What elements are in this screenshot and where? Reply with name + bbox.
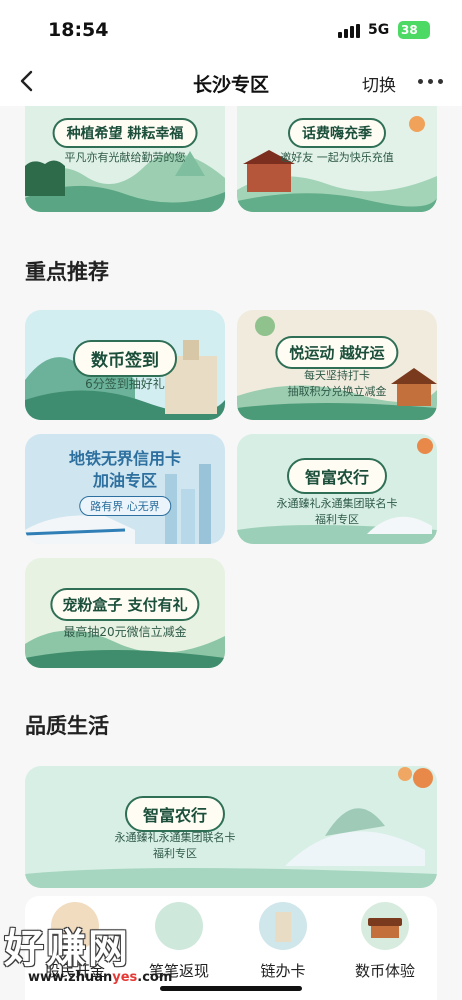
card-title: 悦运动 越好运 <box>275 336 399 369</box>
card-metro-credit[interactable]: 地铁无界信用卡 加油专区 路有界 心无界 <box>25 434 225 544</box>
banner-title: 话费嗨充季 <box>288 118 386 148</box>
shortcut-label: 链办卡 <box>260 962 306 980</box>
banner-subtitle-line1: 永通臻礼永通集团联名卡 <box>114 831 236 844</box>
home-indicator[interactable] <box>160 986 302 991</box>
banner-subtitle: 平凡亦有光献给勤劳的您 <box>64 151 186 164</box>
banner-abc-wealth[interactable]: 智富农行 永通臻礼永通集团联名卡 福利专区 <box>25 766 437 888</box>
banner-subtitle-line2: 福利专区 <box>153 847 197 860</box>
watermark-text: 好赚网 <box>4 926 130 972</box>
card-title-line2: 加油专区 <box>92 471 157 490</box>
card-subtitle-line1: 每天坚持打卡 <box>304 369 370 382</box>
status-bar: 18:54 5G 38 <box>0 0 462 58</box>
card-fan-box[interactable]: 宠粉盒子 支付有礼 最高抽20元微信立减金 <box>25 558 225 668</box>
card-title: 智富农行 <box>286 458 388 494</box>
card-title: 宠粉盒子 支付有礼 <box>50 588 200 621</box>
banner-title: 智富农行 <box>124 796 226 832</box>
watermark-url-suffix: .com <box>137 970 173 985</box>
card-subtitle-line1: 永通臻礼永通集团联名卡 <box>276 497 398 510</box>
card-title: 数币签到 <box>73 340 177 377</box>
banner-subtitle: 邀好友 一起为快乐充值 <box>280 151 394 164</box>
banner-phone-recharge[interactable]: 话费嗨充季 邀好友 一起为快乐充值 <box>237 106 437 212</box>
building-icon <box>259 902 307 950</box>
status-time: 18:54 <box>48 19 109 41</box>
section-title-quality-life: 品质生活 <box>25 714 109 738</box>
card-subtitle: 路有界 心无界 <box>79 496 171 516</box>
watermark-url: www.zhuanyes.com <box>28 970 172 985</box>
watermark-url-prefix: www.zhuan <box>28 970 113 985</box>
card-subtitle-line2: 福利专区 <box>315 513 359 526</box>
card-subtitle-line2: 抽取积分兑换立减金 <box>287 385 387 398</box>
card-coin-checkin[interactable]: 数币签到 6分签到抽好礼 <box>25 310 225 420</box>
battery-level: 38 <box>401 23 418 37</box>
card-abc-wealth[interactable]: 智富农行 永通臻礼永通集团联名卡 福利专区 <box>237 434 437 544</box>
card-sports-luck[interactable]: 悦运动 越好运 每天坚持打卡 抽取积分兑换立减金 <box>237 310 437 420</box>
landscape-illustration <box>25 766 437 888</box>
nav-bar: 长沙专区 切换 <box>0 58 462 106</box>
network-type: 5G <box>368 22 390 38</box>
battery-icon: 38 <box>398 21 430 39</box>
shortcut-label: 数币体验 <box>354 962 415 980</box>
shortcut-apply-card[interactable]: 链办卡 <box>243 902 323 981</box>
section-title-featured: 重点推荐 <box>25 260 109 284</box>
switch-city-button[interactable]: 切换 <box>362 71 396 96</box>
scroll-content: 种植希望 耕耘幸福 平凡亦有光献给勤劳的您 话费嗨充季 邀好友 一起为快乐充值 … <box>0 106 462 1000</box>
card-subtitle: 最高抽20元微信立减金 <box>63 625 187 639</box>
banner-title: 种植希望 耕耘幸福 <box>52 118 198 148</box>
page: 18:54 5G 38 长沙专区 切换 种植希望 耕耘幸福 平凡亦有光献给勤劳的… <box>0 0 462 1000</box>
watermark-url-highlight: yes <box>112 970 138 985</box>
card-subtitle: 6分签到抽好礼 <box>85 377 165 391</box>
shortcut-digital-coin[interactable]: 数币体验 <box>345 902 425 981</box>
banner-planting-hope[interactable]: 种植希望 耕耘幸福 平凡亦有光献给勤劳的您 <box>25 106 225 212</box>
card-title-line1: 地铁无界信用卡 <box>68 449 181 468</box>
pavilion-icon <box>361 902 409 950</box>
signal-icon <box>338 24 360 38</box>
more-menu-icon[interactable] <box>416 70 446 90</box>
